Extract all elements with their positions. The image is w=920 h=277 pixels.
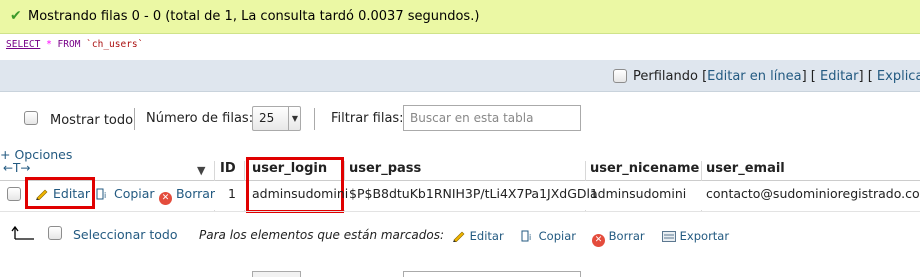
bulk-export-label: Exportar — [679, 229, 730, 243]
filter-rows-input-bottom[interactable] — [403, 271, 581, 277]
column-header-id[interactable]: ID — [220, 161, 236, 176]
edit-query-link[interactable]: Editar — [820, 69, 859, 84]
cell-user-email[interactable]: contacto@sudominioregistrado.com — [706, 186, 920, 201]
pencil-icon — [36, 189, 48, 200]
divider — [314, 108, 315, 130]
bulk-copy-button[interactable]: i Copiar — [521, 229, 576, 243]
check-icon: ✔ — [10, 8, 22, 24]
row-divider — [0, 211, 920, 212]
num-rows-value: 25 — [259, 111, 275, 125]
svg-text:i: i — [104, 191, 106, 200]
pencil-icon — [453, 231, 465, 242]
status-message: Mostrando filas 0 - 0 (total de 1, La co… — [28, 9, 480, 24]
sql-from-keyword: FROM — [57, 39, 81, 50]
profiling-checkbox[interactable] — [613, 69, 627, 83]
copy-icon: i — [521, 230, 531, 242]
show-all-checkbox[interactable] — [24, 111, 38, 125]
explain-sql-link[interactable]: Explicar SQL — [877, 69, 920, 84]
row-checkbox[interactable] — [7, 187, 21, 201]
row-edit-label: Editar — [52, 186, 90, 201]
num-rows-label: Número de filas: — [146, 111, 254, 126]
bulk-export-button[interactable]: Exportar — [662, 229, 729, 243]
query-toolbar: Perfilando [Editar en línea] [ Editar] [… — [0, 60, 920, 92]
svg-text:i: i — [529, 233, 531, 242]
export-icon — [662, 231, 676, 242]
filter-rows-input[interactable] — [403, 105, 581, 131]
select-all-checkbox[interactable] — [48, 226, 62, 240]
sql-star: * — [46, 39, 52, 50]
sql-select-keyword[interactable]: SELECT — [6, 39, 40, 50]
select-all-link[interactable]: Seleccionar todo — [73, 227, 177, 242]
query-links: Perfilando [Editar en línea] [ Editar] [… — [633, 69, 920, 84]
sql-query[interactable]: SELECT * FROM `ch_users` — [6, 39, 143, 50]
row-edit-button[interactable]: Editar — [35, 186, 90, 201]
row-copy-button[interactable]: i Copiar — [96, 186, 155, 201]
bulk-arrow-icon — [9, 225, 35, 245]
cell-id[interactable]: 1 — [228, 186, 236, 201]
cell-user-login[interactable]: adminsudomini — [252, 186, 348, 201]
delete-icon: ✕ — [592, 234, 605, 247]
num-rows-select[interactable]: 25 ▼ — [252, 106, 301, 131]
corner-arrow-icon — [11, 225, 34, 240]
divider — [134, 108, 135, 130]
column-header-user-nicename[interactable]: user_nicename — [590, 161, 699, 176]
bulk-delete-button[interactable]: ✕ Borrar — [592, 229, 645, 247]
bulk-edit-label: Editar — [469, 229, 504, 243]
row-copy-label: Copiar — [113, 186, 155, 201]
column-header-user-email[interactable]: user_email — [706, 161, 785, 176]
show-all-label[interactable]: Mostrar todo — [50, 113, 133, 128]
highlight-user-login-box — [246, 157, 344, 213]
sql-table-name: `ch_users` — [86, 39, 144, 50]
bulk-copy-label: Copiar — [538, 229, 576, 243]
column-arrows-icon[interactable]: ←T→ — [3, 161, 30, 175]
options-link[interactable]: + Opciones — [0, 147, 72, 162]
edit-inline-link[interactable]: Editar en línea — [707, 69, 801, 84]
bulk-edit-button[interactable]: Editar — [452, 229, 504, 243]
chevron-down-icon: ▼ — [288, 107, 301, 130]
bracket-separator-2: ] [ — [858, 69, 873, 84]
row-delete-button[interactable]: ✕ Borrar — [159, 186, 215, 205]
cell-user-nicename[interactable]: adminsudomini — [590, 186, 686, 201]
column-header-user-pass[interactable]: user_pass — [349, 161, 421, 176]
bracket-separator-1: ] [ — [801, 69, 816, 84]
sort-dropdown-icon[interactable]: ▼ — [197, 164, 205, 177]
sql-query-box: SELECT * FROM `ch_users` — [0, 34, 920, 60]
row-delete-label: Borrar — [175, 186, 216, 201]
success-message-bar: ✔ Mostrando filas 0 - 0 (total de 1, La … — [0, 0, 920, 34]
copy-icon: i — [96, 188, 106, 200]
num-rows-select-bottom[interactable] — [252, 271, 301, 277]
filter-rows-label: Filtrar filas: — [331, 111, 404, 126]
with-selected-label: Para los elementos que están marcados: — [199, 228, 445, 242]
bulk-delete-label: Borrar — [608, 229, 645, 243]
delete-icon: ✕ — [159, 192, 172, 205]
profiling-label: Perfilando — [633, 69, 698, 84]
cell-user-pass[interactable]: $P$B8dtuKb1RNIH3P/tLi4X7Pa1JXdGDl1 — [349, 186, 598, 201]
